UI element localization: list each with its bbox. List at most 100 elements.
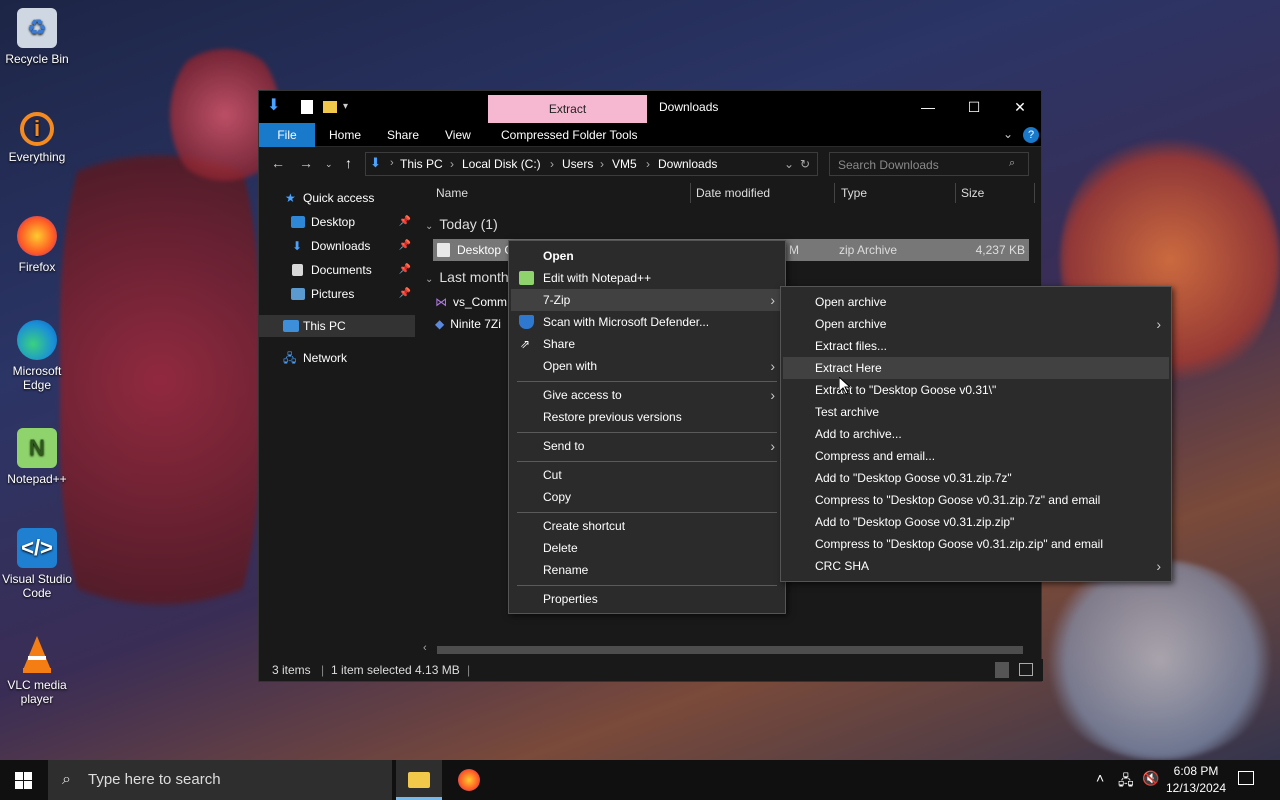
column-name[interactable]: Name [436, 186, 468, 200]
menu-item-properties[interactable]: Properties [511, 588, 783, 610]
scroll-thumb[interactable] [437, 646, 1023, 654]
taskbar-firefox[interactable] [446, 760, 492, 800]
address-bar[interactable]: ⬇ › This PC › Local Disk (C:) › Users › … [365, 152, 818, 176]
zip-crc-sha[interactable]: CRC SHA › [783, 555, 1169, 577]
zip-compress-email[interactable]: Compress and email... [783, 445, 1169, 467]
address-dropdown-icon[interactable]: ⌄ [784, 157, 794, 171]
volume-muted-icon[interactable]: 🔇 [1142, 770, 1159, 787]
taskbar-file-explorer[interactable] [396, 760, 442, 800]
tab-view[interactable]: View [431, 123, 485, 147]
desktop-icon-everything[interactable]: i Everything [0, 112, 74, 164]
zip-add-to-7z[interactable]: Add to "Desktop Goose v0.31.zip.7z" [783, 467, 1169, 489]
menu-item-edit-notepadpp[interactable]: Edit with Notepad++ [511, 267, 783, 289]
nav-item-pictures[interactable]: Pictures 📌 [259, 283, 415, 305]
back-button[interactable]: ← [271, 155, 285, 171]
menu-item-scan-defender[interactable]: Scan with Microsoft Defender... [511, 311, 783, 333]
nav-this-pc[interactable]: This PC [259, 315, 415, 337]
column-size[interactable]: Size [961, 186, 984, 200]
status-divider: | [321, 663, 325, 677]
tab-compressed-folder-tools[interactable]: Compressed Folder Tools [487, 123, 652, 147]
zip-compress-7z-email[interactable]: Compress to "Desktop Goose v0.31.zip.7z"… [783, 489, 1169, 511]
menu-item-open-with[interactable]: Open with › [511, 355, 783, 377]
star-icon: ★ [285, 191, 296, 205]
search-input[interactable]: Search Downloads [829, 152, 1029, 176]
group-header-last-month[interactable]: ⌄ Last month [425, 266, 509, 288]
desktop-icon-firefox[interactable]: Firefox [0, 216, 74, 274]
extract-context-tab[interactable]: Extract [488, 95, 647, 123]
maximize-button[interactable]: ☐ [951, 95, 997, 119]
desktop-icon-notepadpp[interactable]: N Notepad++ [0, 428, 74, 486]
desktop-icon-vscode[interactable]: </> Visual Studio Code [0, 528, 74, 600]
file-row[interactable]: ◆ Ninite 7Zi [435, 313, 501, 335]
nav-label: This PC [303, 319, 346, 333]
column-divider [690, 183, 691, 203]
nav-network[interactable]: 🖧 Network [259, 347, 415, 369]
nav-quick-access[interactable]: ★ Quick access [259, 187, 415, 209]
nav-item-downloads[interactable]: ⬇ Downloads 📌 [259, 235, 415, 257]
nav-item-documents[interactable]: Documents 📌 [259, 259, 415, 281]
notifications-icon[interactable] [1238, 771, 1254, 785]
menu-item-give-access[interactable]: Give access to › [511, 384, 783, 406]
nav-item-desktop[interactable]: Desktop 📌 [259, 211, 415, 233]
taskbar-search-box[interactable]: ⌕ Type here to search [48, 760, 392, 800]
tab-home[interactable]: Home [315, 123, 375, 147]
customize-quick-access-icon[interactable]: ▾ [343, 101, 357, 117]
tab-share[interactable]: Share [373, 123, 433, 147]
breadcrumb-users[interactable]: Users [562, 157, 593, 171]
desktop-icon-label: Recycle Bin [5, 52, 69, 66]
desktop-icon-recycle-bin[interactable]: ♻ Recycle Bin [0, 8, 74, 66]
column-type[interactable]: Type [841, 186, 867, 200]
menu-label: Add to "Desktop Goose v0.31.zip.7z" [815, 471, 1012, 485]
menu-item-cut[interactable]: Cut [511, 464, 783, 486]
menu-item-open[interactable]: Open [511, 245, 783, 267]
desktop-icon-label: VLC media player [7, 678, 67, 706]
vlc-icon [17, 634, 57, 674]
zip-test-archive[interactable]: Test archive [783, 401, 1169, 423]
network-status-icon[interactable]: 🖧 [1118, 770, 1134, 794]
menu-item-restore-versions[interactable]: Restore previous versions [511, 406, 783, 428]
breadcrumb-downloads[interactable]: Downloads [658, 157, 717, 171]
menu-label: Create shortcut [543, 519, 626, 533]
column-date-modified[interactable]: Date modified [696, 186, 770, 200]
recent-locations-icon[interactable]: ⌄ [325, 159, 333, 170]
help-icon[interactable]: ? [1023, 127, 1039, 143]
menu-item-create-shortcut[interactable]: Create shortcut [511, 515, 783, 537]
start-button[interactable] [0, 760, 48, 800]
file-row[interactable]: ⋈ vs_Comm [435, 291, 507, 313]
menu-item-send-to[interactable]: Send to › [511, 435, 783, 457]
breadcrumb-vm5[interactable]: VM5 [612, 157, 637, 171]
group-header-today[interactable]: ⌄ Today (1) [425, 213, 498, 235]
forward-button[interactable]: → [299, 155, 313, 171]
zip-open-archive[interactable]: Open archive [783, 291, 1169, 313]
breadcrumb-local-disk[interactable]: Local Disk (C:) [462, 157, 541, 171]
menu-item-7zip[interactable]: 7-Zip › [511, 289, 783, 311]
zip-add-to-zip[interactable]: Add to "Desktop Goose v0.31.zip.zip" [783, 511, 1169, 533]
zip-extract-here[interactable]: Extract Here [783, 357, 1169, 379]
show-hidden-icons-icon[interactable]: ˄ [1096, 770, 1104, 786]
properties-icon[interactable] [301, 100, 313, 114]
menu-item-delete[interactable]: Delete [511, 537, 783, 559]
breadcrumb-this-pc[interactable]: This PC [400, 157, 443, 171]
file-size: 4,237 KB [975, 243, 1025, 257]
menu-item-rename[interactable]: Rename [511, 559, 783, 581]
zip-add-to-archive[interactable]: Add to archive... [783, 423, 1169, 445]
close-button[interactable]: ✕ [997, 95, 1043, 119]
refresh-icon[interactable]: ↻ [800, 157, 810, 171]
up-button[interactable]: ↑ [345, 155, 352, 171]
menu-item-copy[interactable]: Copy [511, 486, 783, 508]
large-icons-view-icon[interactable] [1019, 663, 1033, 676]
clock[interactable]: 6:08 PM 12/13/2024 [1164, 763, 1228, 797]
zip-open-archive-submenu[interactable]: Open archive › [783, 313, 1169, 335]
zip-compress-zip-email[interactable]: Compress to "Desktop Goose v0.31.zip.zip… [783, 533, 1169, 555]
minimize-button[interactable]: — [905, 95, 951, 119]
expand-ribbon-icon[interactable]: ⌄ [1003, 127, 1013, 141]
desktop-icon-edge[interactable]: Microsoft Edge [0, 320, 74, 392]
new-folder-icon[interactable] [323, 101, 337, 113]
zip-extract-files[interactable]: Extract files... [783, 335, 1169, 357]
menu-item-share[interactable]: ⇗ Share [511, 333, 783, 355]
horizontal-scrollbar[interactable]: ‹ [421, 642, 1033, 657]
scroll-left-icon[interactable]: ‹ [423, 642, 427, 654]
desktop-icon-vlc[interactable]: VLC media player [0, 634, 74, 706]
tab-file[interactable]: File [259, 123, 315, 147]
details-view-icon[interactable] [995, 662, 1009, 678]
